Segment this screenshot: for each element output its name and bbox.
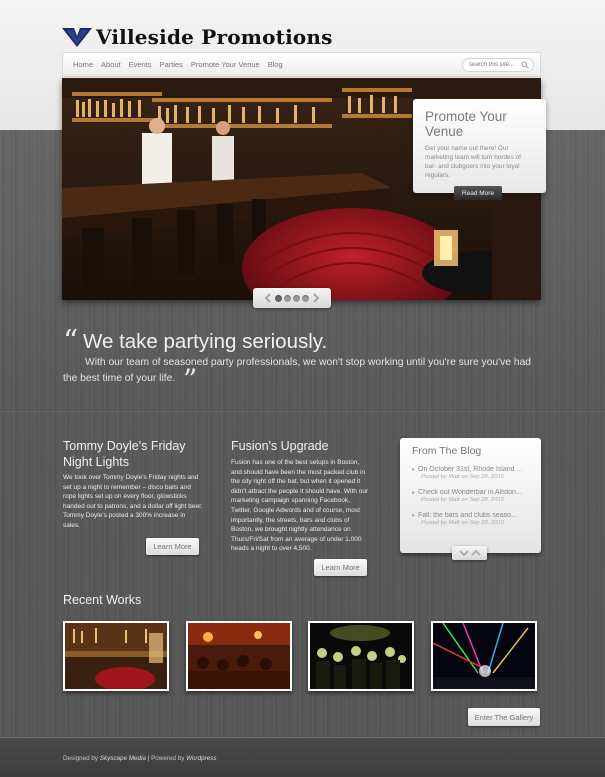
footer-designed-by: Designed by <box>63 755 100 762</box>
learn-more-button-1[interactable]: Learn More <box>146 538 199 555</box>
nav-promote-your-venue[interactable]: Promote Your Venue <box>191 60 260 69</box>
chevron-up-icon[interactable] <box>470 549 481 557</box>
feature-text-fusion: Fusion has one of the best setups in Bos… <box>231 459 369 553</box>
blog-item: Fall: the bars and clubs seaso... Posted… <box>412 512 529 526</box>
recent-works-title: Recent Works <box>63 593 142 607</box>
close-quote-mark: ” <box>183 363 198 396</box>
nav-blog[interactable]: Blog <box>268 60 283 69</box>
footer-credits: Designed by Skyscape Media | Powered by … <box>63 755 217 762</box>
chevron-left-icon <box>264 293 271 303</box>
feature-title-fusion: Fusion's Upgrade <box>231 439 329 453</box>
slider-dot-3[interactable] <box>293 294 300 302</box>
slider-prev-button[interactable] <box>262 291 274 305</box>
search-box <box>462 58 534 72</box>
promo-title: Promote Your Venue <box>425 109 507 139</box>
main-nav: Home About Events Parties Promote Your V… <box>62 52 541 77</box>
blog-widget: From The Blog On October 31st, Rhode Isl… <box>400 438 541 553</box>
open-quote-mark: “ <box>63 324 79 359</box>
tagline-text: With our team of seasoned party professi… <box>63 357 532 384</box>
site-title: Villeside Promotions <box>96 25 333 49</box>
blog-widget-title: From The Blog <box>412 445 482 457</box>
logo-v-icon <box>62 28 92 47</box>
blog-post-link[interactable]: Fall: the bars and clubs seaso... <box>412 512 529 519</box>
nav-home[interactable]: Home <box>73 60 93 69</box>
footer-powered-by: | Powered by <box>145 755 187 762</box>
search-icon[interactable] <box>521 61 529 69</box>
nav-parties[interactable]: Parties <box>160 60 183 69</box>
section-divider <box>0 410 605 412</box>
blog-post-meta: Posted by Matt on Sep 28, 2010 <box>421 497 504 503</box>
blog-scroll-controls <box>452 546 487 560</box>
enter-gallery-button[interactable]: Enter The Gallery <box>468 708 540 726</box>
blog-post-link[interactable]: On October 31st, Rhode Island ... <box>412 466 529 473</box>
search-input[interactable] <box>469 62 521 68</box>
blog-post-link[interactable]: Check out Wonderbar in Allston... <box>412 489 529 496</box>
work-thumbnail-2[interactable] <box>186 621 292 691</box>
footer-designer-link[interactable]: Skyscape Media <box>100 755 146 762</box>
chevron-right-icon <box>313 293 320 303</box>
promo-text: Get your name out there! Our marketing t… <box>425 145 521 179</box>
slider-dot-4[interactable] <box>302 294 309 302</box>
work-thumbnail-1[interactable] <box>63 621 169 691</box>
work-thumbnail-4[interactable] <box>431 621 537 691</box>
promo-box: Promote Your Venue Get your name out the… <box>413 99 546 193</box>
site-logo[interactable]: Villeside Promotions <box>62 24 333 50</box>
chevron-down-icon[interactable] <box>458 549 469 557</box>
feature-text-tommy-doyles: We took over Tommy Doyle's Friday nights… <box>63 474 203 529</box>
read-more-button[interactable]: Read More <box>454 186 502 200</box>
bar-interior-photo <box>65 623 167 689</box>
blog-post-meta: Posted by Matt on Sep 28, 2010 <box>421 520 504 526</box>
slider-dot-1[interactable] <box>275 294 282 302</box>
feature-title-tommy-doyles: Tommy Doyle's Friday Night Lights <box>63 439 186 469</box>
work-thumbnail-3[interactable] <box>308 621 414 691</box>
slider-pagination <box>253 288 331 308</box>
nav-events[interactable]: Events <box>129 60 152 69</box>
blog-post-meta: Posted by Matt on Sep 28, 2010 <box>421 474 504 480</box>
restaurant-crowd-photo <box>188 623 290 689</box>
blog-item: Check out Wonderbar in Allston... Posted… <box>412 489 529 503</box>
tagline-heading: We take partying seriously. <box>83 330 328 353</box>
nav-about[interactable]: About <box>101 60 121 69</box>
slider-dot-2[interactable] <box>284 294 291 302</box>
nightclub-crowd-photo <box>310 623 412 689</box>
slider-next-button[interactable] <box>310 291 322 305</box>
footer-platform-link[interactable]: Wordpress <box>186 755 216 762</box>
learn-more-button-2[interactable]: Learn More <box>314 559 367 576</box>
laser-party-photo <box>433 623 535 689</box>
blog-item: On October 31st, Rhode Island ... Posted… <box>412 466 529 480</box>
